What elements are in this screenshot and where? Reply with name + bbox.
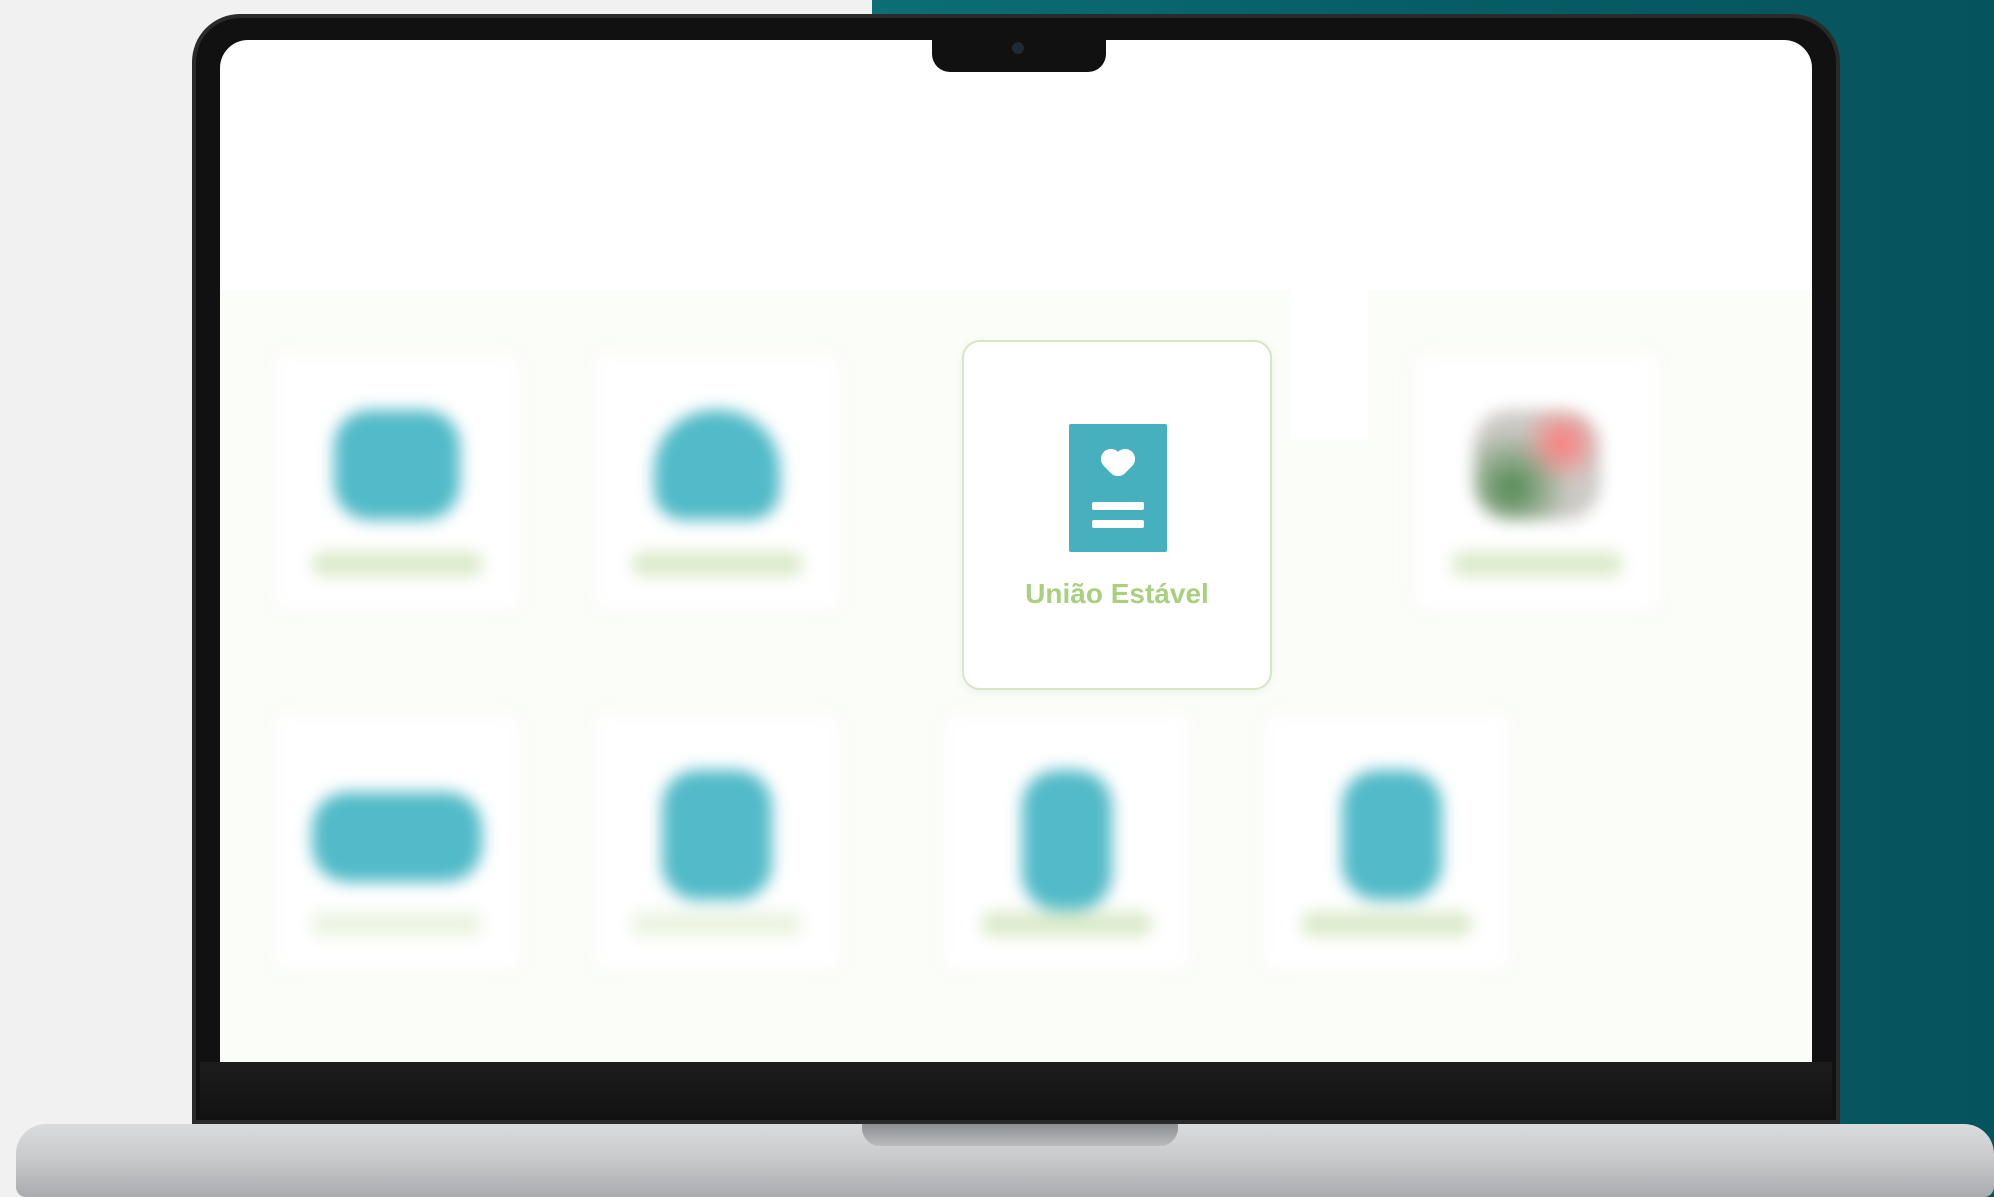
blurred-label (632, 912, 802, 936)
laptop-lid: União Estável (192, 14, 1840, 1124)
screen-patch (1290, 290, 1368, 440)
trackpad-groove (862, 1124, 1178, 1146)
blurred-card[interactable] (270, 710, 524, 974)
camera-notch (932, 32, 1106, 72)
lid-bottom-bezel (200, 1062, 1832, 1116)
heart-icon (1090, 438, 1147, 495)
blurred-card[interactable] (590, 350, 844, 614)
uniao-estavel-card[interactable]: União Estável (962, 340, 1272, 690)
blurred-icon (1474, 410, 1600, 520)
blurred-icon (1342, 770, 1442, 900)
card-label: União Estável (1025, 578, 1209, 609)
blurred-icon (334, 410, 460, 520)
blurred-icon (312, 792, 482, 882)
blurred-label (1452, 552, 1622, 576)
blurred-icon (654, 410, 780, 520)
blurred-label (312, 552, 482, 576)
document-line (1092, 520, 1144, 528)
document-heart-icon (1069, 424, 1167, 552)
blurred-card[interactable] (1410, 350, 1664, 614)
blurred-label (1302, 912, 1472, 936)
document-line (1092, 502, 1144, 510)
camera-icon (1012, 42, 1024, 54)
blurred-card[interactable] (270, 350, 524, 614)
laptop-base (16, 1124, 1994, 1197)
blurred-label (982, 912, 1152, 936)
laptop-screen: União Estável (220, 40, 1812, 1078)
blurred-card[interactable] (940, 710, 1194, 974)
blurred-icon (1022, 770, 1112, 910)
blurred-icon (662, 770, 772, 900)
blurred-label (312, 912, 482, 936)
blurred-label (632, 552, 802, 576)
blurred-card[interactable] (590, 710, 844, 974)
blurred-card[interactable] (1260, 710, 1514, 974)
